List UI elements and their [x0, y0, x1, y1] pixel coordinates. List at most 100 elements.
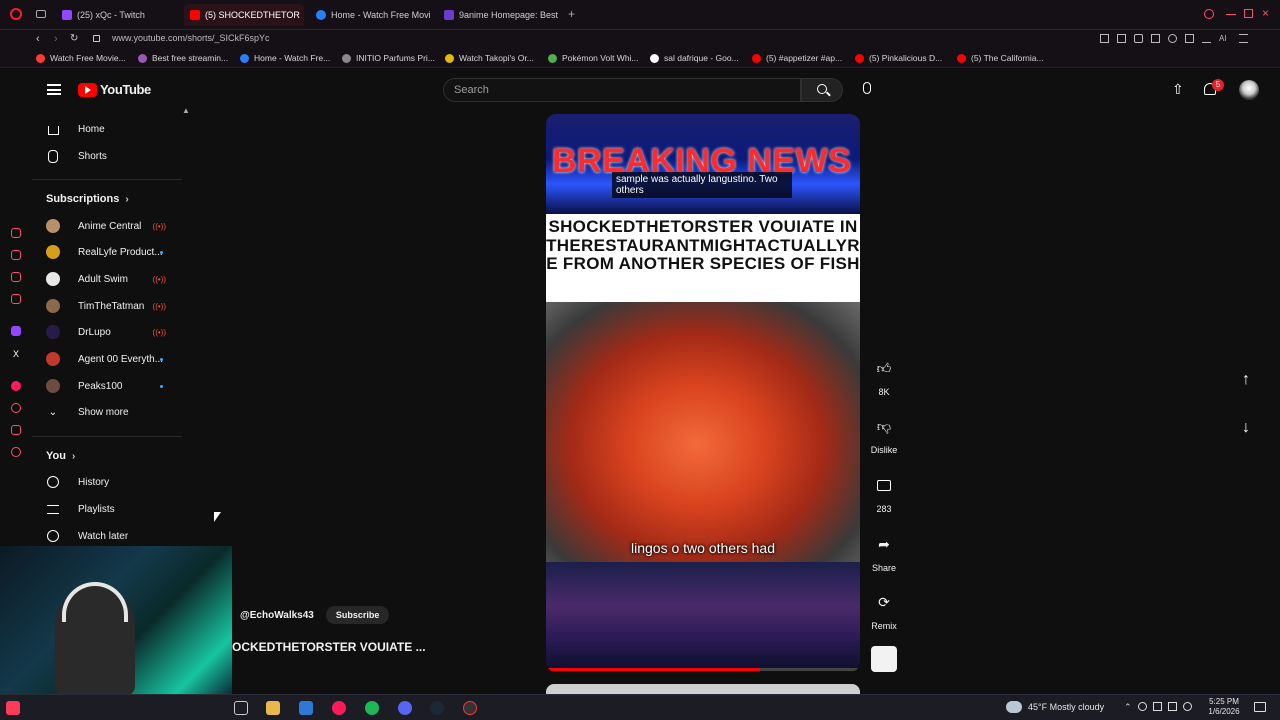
chevron-up-icon[interactable]: ⌃	[1124, 702, 1132, 714]
progress-fill	[546, 668, 760, 671]
opera-gx-icon[interactable]	[332, 701, 346, 715]
twitch-rail-icon[interactable]	[11, 326, 21, 336]
bookmark-item[interactable]: sal dafrique - Goo...	[650, 53, 739, 63]
you-heading[interactable]: You ›	[46, 450, 75, 462]
subscribe-button[interactable]: Subscribe	[325, 606, 390, 624]
menu-icon[interactable]	[1239, 34, 1248, 43]
spotify-icon[interactable]	[365, 701, 379, 715]
share-button[interactable]: ➦ Share	[864, 533, 904, 573]
music-rail-icon[interactable]	[11, 381, 21, 391]
sound-thumbnail[interactable]	[871, 646, 897, 672]
show-more-button[interactable]: ⌄ Show more	[32, 400, 182, 424]
bookmark-item[interactable]: (5) Pinkalicious D...	[855, 53, 942, 63]
bookmark-item[interactable]: Best free streamin...	[138, 53, 228, 63]
next-short-button[interactable]: ↓	[1234, 419, 1258, 443]
subscription-item[interactable]: Agent 00 Everyth...	[32, 347, 182, 371]
tab-youtube-short[interactable]: (5) SHOCKEDTHETOR	[184, 4, 304, 26]
upload-icon[interactable]: ⇧	[1172, 82, 1184, 96]
like-button[interactable]: 👍︎ 8K	[864, 357, 904, 397]
hamburger-menu-icon[interactable]	[47, 84, 61, 95]
subscription-item[interactable]: RealLyfe Product...	[32, 240, 182, 264]
dislike-button[interactable]: 👎︎ Dislike	[864, 415, 904, 455]
tab-twitch[interactable]: (25) xQc - Twitch	[56, 4, 180, 26]
sidebar-item-history[interactable]: History	[32, 470, 182, 494]
subscription-item[interactable]: Anime Central ((•))	[32, 214, 182, 238]
bookmark-item[interactable]: (5) The California...	[957, 53, 1044, 63]
x-rail-icon[interactable]: X	[11, 349, 21, 359]
shop-rail-icon[interactable]	[11, 272, 21, 282]
shield-icon[interactable]	[1134, 34, 1143, 43]
youtube-icon	[190, 10, 200, 20]
start-icon[interactable]	[6, 701, 20, 715]
channel-handle[interactable]: @EchoWalks43	[240, 610, 314, 621]
bag-rail-icon[interactable]	[11, 250, 21, 260]
close-window-button[interactable]: ×	[1262, 6, 1269, 20]
tab-9anime[interactable]: 9anime Homepage: Best f	[438, 4, 558, 26]
browser-logo-icon[interactable]	[10, 8, 22, 20]
sidebar-item-home[interactable]: Home	[32, 117, 182, 141]
messenger-rail-icon[interactable]	[11, 294, 21, 304]
subscriptions-heading[interactable]: Subscriptions ›	[46, 193, 129, 205]
sidebar-item-shorts[interactable]: Shorts	[32, 144, 182, 168]
settings-rail-icon[interactable]	[11, 447, 21, 457]
history-rail-icon[interactable]	[11, 228, 21, 238]
search-tabs-icon[interactable]	[1204, 9, 1214, 19]
bookmark-item[interactable]: Watch Takopi's Or...	[445, 53, 534, 63]
remix-button[interactable]: ⟳ Remix	[864, 591, 904, 631]
download-icon[interactable]	[1202, 34, 1211, 43]
subscription-item[interactable]: TimTheTatman ((•))	[32, 294, 182, 318]
headset-tray-icon[interactable]	[1182, 702, 1192, 711]
clock-rail-icon[interactable]	[11, 403, 21, 413]
search-input[interactable]: Search	[443, 78, 801, 102]
file-explorer-icon[interactable]	[266, 701, 280, 715]
sidebar-item-playlists[interactable]: Playlists	[32, 497, 182, 521]
maximize-button[interactable]	[1244, 9, 1253, 18]
forward-icon[interactable]: ›	[54, 33, 58, 45]
bookmark-icon[interactable]	[1100, 34, 1109, 43]
steam-icon[interactable]	[430, 701, 444, 715]
sidebar-item-watch-later[interactable]: Watch later	[32, 524, 182, 548]
comments-button[interactable]: 283	[864, 474, 904, 514]
avatar[interactable]	[1239, 80, 1259, 100]
bookmark-item[interactable]: Home - Watch Fre...	[240, 53, 330, 63]
youtube-logo[interactable]: YouTube	[78, 82, 151, 97]
ai-icon[interactable]: AI	[1219, 34, 1231, 43]
clock[interactable]: 5:25 PM 1/6/2026	[1206, 697, 1242, 717]
next-short-preview[interactable]	[546, 684, 860, 694]
wallet-icon[interactable]	[1185, 34, 1194, 43]
wifi-icon[interactable]	[1137, 702, 1147, 711]
battery-icon[interactable]	[1152, 702, 1162, 711]
notification-center-icon[interactable]	[1254, 702, 1266, 712]
new-tab-button[interactable]: +	[568, 8, 580, 20]
sidebar-collapse-icon[interactable]: ▲	[182, 106, 190, 115]
weather-text[interactable]: 45°F Mostly cloudy	[1028, 702, 1104, 712]
search-button[interactable]	[801, 78, 843, 102]
snapshot-icon[interactable]	[1117, 34, 1126, 43]
short-title[interactable]: OCKEDTHETORSTER VOUIATE ...	[232, 640, 426, 654]
previous-short-button[interactable]: ↑	[1234, 371, 1258, 395]
heart-icon[interactable]	[1168, 34, 1177, 43]
minimize-button[interactable]	[1226, 14, 1236, 15]
volume-icon[interactable]	[1167, 702, 1177, 711]
pin-rail-icon[interactable]	[11, 425, 21, 435]
progress-bar[interactable]	[546, 668, 860, 671]
store-icon[interactable]	[299, 701, 313, 715]
back-icon[interactable]: ‹	[36, 33, 40, 45]
reload-icon[interactable]: ↻	[70, 33, 78, 44]
subscription-item[interactable]: Adult Swim ((•))	[32, 267, 182, 291]
task-view-icon[interactable]	[234, 701, 248, 715]
discord-icon[interactable]	[398, 701, 412, 715]
subscription-item[interactable]: Peaks100	[32, 374, 182, 398]
app-icon[interactable]	[463, 701, 477, 715]
url-field[interactable]: www.youtube.com/shorts/_SICkF6spYc	[112, 33, 270, 43]
short-video-player[interactable]: BREAKING NEWS sample was actually langus…	[546, 114, 860, 672]
bookmark-item[interactable]: Pokémon Volt Whi...	[548, 53, 639, 63]
microphone-icon[interactable]	[863, 82, 871, 94]
tab-watch-free-movie[interactable]: Home - Watch Free Movie	[310, 4, 430, 26]
send-icon[interactable]	[1151, 34, 1160, 43]
bookmark-item[interactable]: INITIO Parfums Pri...	[342, 53, 435, 63]
bookmark-item[interactable]: Watch Free Movie...	[36, 53, 126, 63]
tab-overview-icon[interactable]	[36, 10, 46, 18]
subscription-item[interactable]: DrLupo ((•))	[32, 320, 182, 344]
bookmark-item[interactable]: (5) #appetizer #ap...	[752, 53, 842, 63]
